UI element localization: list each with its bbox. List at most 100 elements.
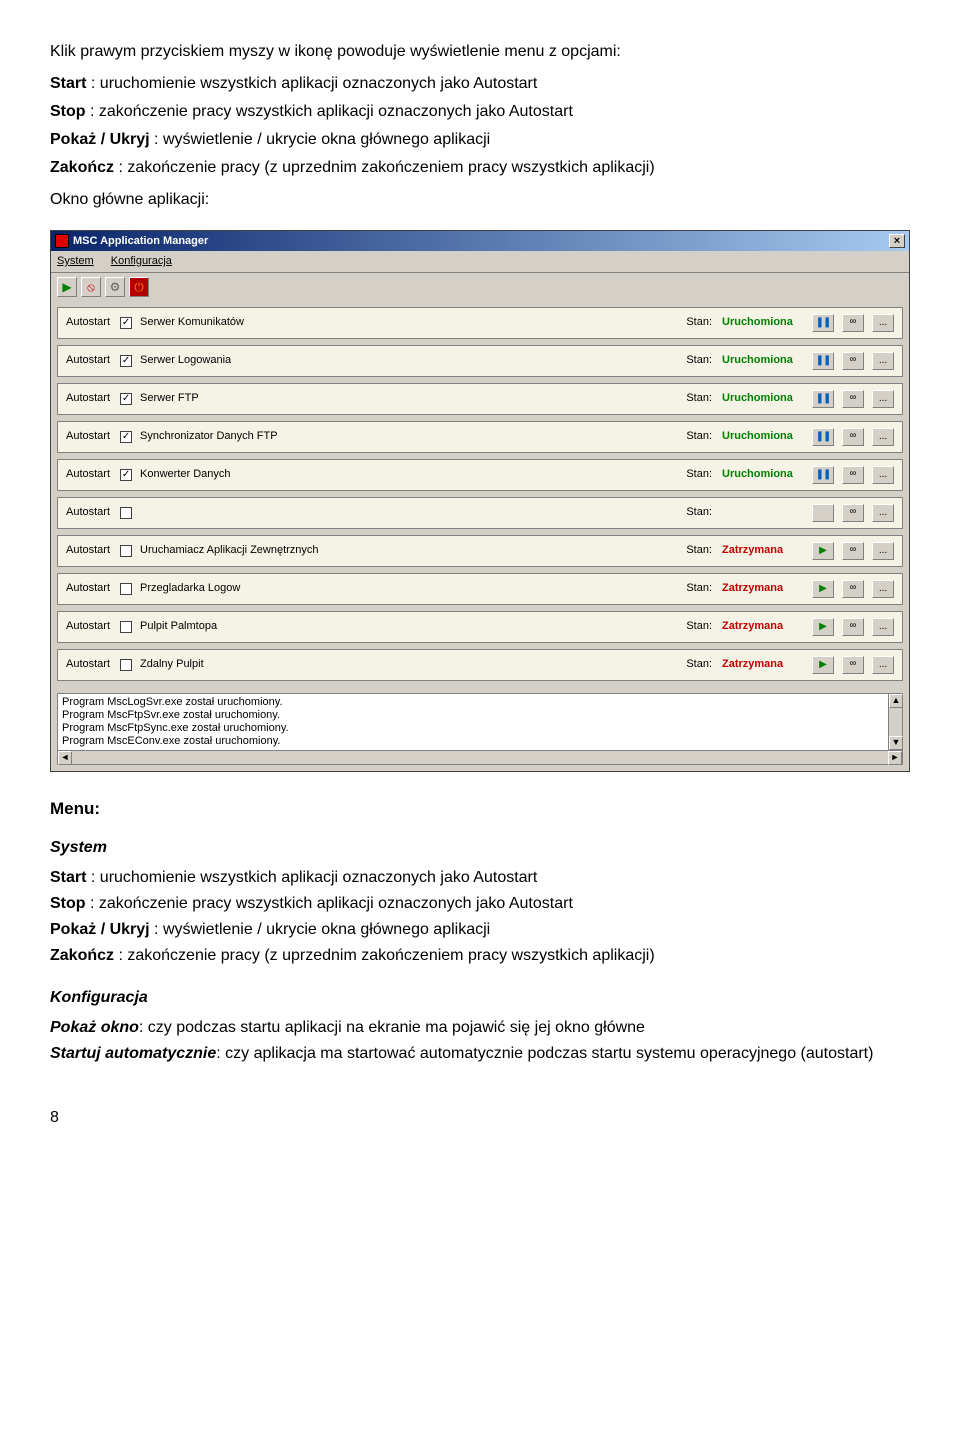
play-button[interactable]: ▶ <box>812 580 834 598</box>
more-button[interactable]: ... <box>872 352 894 370</box>
app-window: MSC Application Manager × System Konfigu… <box>50 230 910 772</box>
link-button[interactable]: ∞ <box>842 656 864 674</box>
autostart-label: Autostart <box>66 428 110 445</box>
autostart-checkbox[interactable] <box>120 545 132 557</box>
more-button[interactable]: ... <box>872 314 894 332</box>
status-text: Uruchomiona <box>722 428 804 445</box>
konfiguracja-item-startuj: Startuj automatycznie: czy aplikacja ma … <box>50 1042 910 1066</box>
more-button[interactable]: ... <box>872 390 894 408</box>
link-button[interactable]: ∞ <box>842 618 864 636</box>
link-button[interactable]: ∞ <box>842 504 864 522</box>
more-button[interactable]: ... <box>872 466 894 484</box>
autostart-label: Autostart <box>66 656 110 673</box>
toolbar-power-icon[interactable]: ⏻ <box>129 277 149 297</box>
autostart-checkbox[interactable]: ✓ <box>120 393 132 405</box>
play-button[interactable]: ▶ <box>812 618 834 636</box>
more-button[interactable]: ... <box>872 542 894 560</box>
app-icon <box>55 234 69 248</box>
close-icon[interactable]: × <box>889 234 905 248</box>
link-button[interactable]: ∞ <box>842 466 864 484</box>
link-button[interactable]: ∞ <box>842 542 864 560</box>
system-label-stop: Stop <box>50 895 86 912</box>
service-row: Autostart ✓ Serwer Logowania Stan: Uruchomio… <box>57 345 903 377</box>
autostart-checkbox[interactable] <box>120 507 132 519</box>
autostart-label: Autostart <box>66 580 110 597</box>
stan-label: Stan: <box>686 580 712 597</box>
pause-button[interactable]: ❚❚ <box>812 352 834 370</box>
scroll-left-icon[interactable]: ◄ <box>58 751 72 765</box>
konfiguracja-item-pokaz-okno: Pokaż okno: czy podczas startu aplikacji… <box>50 1016 910 1040</box>
toolbar-gear-icon[interactable]: ⚙ <box>105 277 125 297</box>
service-name: Pulpit Palmtopa <box>140 618 678 635</box>
menu-heading: Menu: <box>50 796 910 822</box>
scroll-down-icon[interactable]: ▼ <box>889 736 903 750</box>
window-title: MSC Application Manager <box>73 233 889 250</box>
stan-label: Stan: <box>686 352 712 369</box>
intro-item-stop: Stop : zakończenie pracy wszystkich apli… <box>50 100 910 124</box>
toolbar-stop-icon[interactable]: ⦸ <box>81 277 101 297</box>
system-item-zakoncz: Zakończ : zakończenie pracy (z uprzednim… <box>50 944 910 968</box>
vertical-scrollbar[interactable]: ▲ ▼ <box>888 694 902 751</box>
link-button[interactable]: ∞ <box>842 352 864 370</box>
status-text: Uruchomiona <box>722 352 804 369</box>
service-name: Serwer Logowania <box>140 352 678 369</box>
more-button[interactable]: ... <box>872 504 894 522</box>
menubar: System Konfiguracja <box>51 251 909 273</box>
link-button[interactable]: ∞ <box>842 314 864 332</box>
play-button[interactable]: ▶ <box>812 656 834 674</box>
intro-item-pokaz: Pokaż / Ukryj : wyświetlenie / ukrycie o… <box>50 128 910 152</box>
link-button[interactable]: ∞ <box>842 580 864 598</box>
intro-label-start: Start <box>50 75 86 92</box>
pause-button[interactable]: ❚❚ <box>812 466 834 484</box>
titlebar: MSC Application Manager × <box>51 231 909 251</box>
system-subheading: System <box>50 836 910 860</box>
more-button[interactable]: ... <box>872 656 894 674</box>
more-button[interactable]: ... <box>872 580 894 598</box>
autostart-checkbox[interactable]: ✓ <box>120 431 132 443</box>
autostart-checkbox[interactable]: ✓ <box>120 469 132 481</box>
konfiguracja-subheading: Konfiguracja <box>50 986 910 1010</box>
stan-label: Stan: <box>686 656 712 673</box>
autostart-checkbox[interactable] <box>120 621 132 633</box>
status-text: Zatrzymana <box>722 580 804 597</box>
horizontal-scrollbar[interactable]: ◄ ► <box>58 750 902 764</box>
service-name: Przegladarka Logow <box>140 580 678 597</box>
link-button[interactable]: ∞ <box>842 390 864 408</box>
stan-label: Stan: <box>686 618 712 635</box>
autostart-label: Autostart <box>66 352 110 369</box>
autostart-checkbox[interactable]: ✓ <box>120 355 132 367</box>
intro-label-pokaz: Pokaż / Ukryj <box>50 131 150 148</box>
scroll-right-icon[interactable]: ► <box>888 751 902 765</box>
link-button[interactable]: ∞ <box>842 428 864 446</box>
stan-label: Stan: <box>686 504 712 521</box>
pause-button[interactable]: ❚❚ <box>812 390 834 408</box>
konfiguracja-label-pokaz-okno: Pokaż okno <box>50 1019 139 1036</box>
autostart-checkbox[interactable]: ✓ <box>120 317 132 329</box>
more-button[interactable]: ... <box>872 428 894 446</box>
toolbar-play-icon[interactable]: ▶ <box>57 277 77 297</box>
intro-lead: Klik prawym przyciskiem myszy w ikonę po… <box>50 40 910 64</box>
stan-label: Stan: <box>686 542 712 559</box>
intro-label-stop: Stop <box>50 103 86 120</box>
more-button[interactable]: ... <box>872 618 894 636</box>
system-text-start: : uruchomienie wszystkich aplikacji ozna… <box>86 869 537 886</box>
log-line: Program MscLogSvr.exe został uruchomiony… <box>62 696 898 709</box>
autostart-checkbox[interactable] <box>120 659 132 671</box>
pause-button[interactable]: ❚❚ <box>812 314 834 332</box>
intro-text-pokaz: : wyświetlenie / ukrycie okna głównego a… <box>150 131 491 148</box>
autostart-label: Autostart <box>66 618 110 635</box>
system-text-zakoncz: : zakończenie pracy (z uprzednim zakończ… <box>114 947 655 964</box>
service-row: Autostart Przegladarka Logow Stan: Zatrzyma… <box>57 573 903 605</box>
autostart-checkbox[interactable] <box>120 583 132 595</box>
autostart-label: Autostart <box>66 504 110 521</box>
menu-system[interactable]: System <box>57 255 94 267</box>
service-name: Serwer FTP <box>140 390 678 407</box>
play-button[interactable]: ▶ <box>812 542 834 560</box>
scroll-up-icon[interactable]: ▲ <box>889 694 903 708</box>
pause-button[interactable]: ❚❚ <box>812 428 834 446</box>
status-text: Uruchomiona <box>722 466 804 483</box>
menu-konfiguracja[interactable]: Konfiguracja <box>111 255 172 267</box>
toolbar: ▶ ⦸ ⚙ ⏻ <box>51 273 909 301</box>
log-text: Program MscLogSvr.exe został uruchomiony… <box>58 694 902 751</box>
service-row: Autostart✓Synchronizator Danych FTPStan:… <box>57 421 903 453</box>
